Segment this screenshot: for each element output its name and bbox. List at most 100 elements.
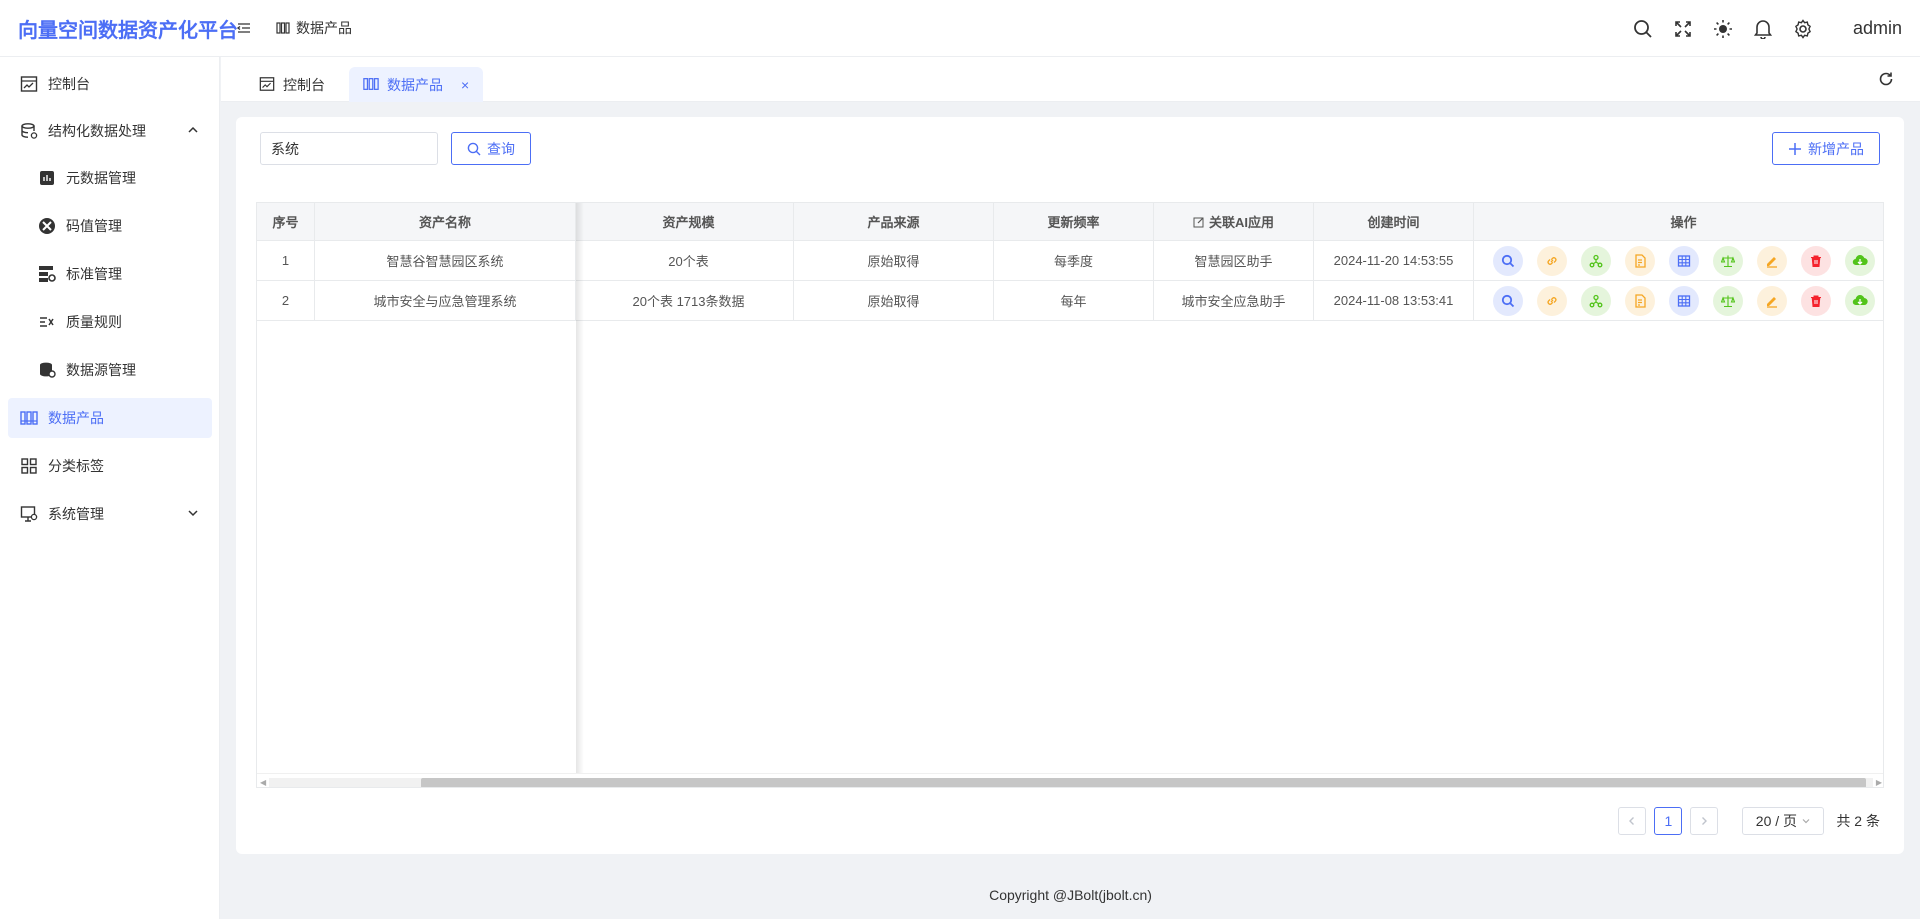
scroll-right-icon[interactable]: ▶ [1876, 778, 1882, 787]
system-icon [19, 504, 39, 524]
search-icon [467, 142, 481, 155]
chevron-up-icon [188, 126, 198, 133]
table-button[interactable] [1668, 285, 1699, 316]
tab-data-product[interactable]: 数据产品 × [349, 67, 484, 102]
sidebar-item-label: 标准管理 [66, 266, 122, 282]
table-icon [1677, 254, 1690, 267]
sidebar-item-data-product[interactable]: 数据产品 [8, 398, 212, 438]
sidebar-item-quality-rule[interactable]: 质量规则 [8, 302, 212, 342]
sidebar-item-structured-data[interactable]: 结构化数据处理 [8, 111, 212, 151]
download-button[interactable] [1844, 245, 1875, 276]
sidebar-item-metadata[interactable]: 元数据管理 [8, 158, 212, 198]
bell-icon [1753, 19, 1772, 39]
table-button[interactable] [1668, 245, 1699, 276]
delete-button[interactable] [1800, 285, 1831, 316]
tab-label: 控制台 [283, 76, 325, 93]
share-icon [1589, 254, 1602, 267]
download-button[interactable] [1844, 285, 1875, 316]
cell-created: 2024-11-08 13:53:41 [1314, 281, 1474, 320]
table-row: 1 智慧谷智慧园区系统 20个表 原始取得 每季度 智慧园区助手 2024-11… [257, 241, 1883, 281]
col-frequency: 更新频率 [994, 203, 1154, 240]
sidebar-item-label: 码值管理 [66, 218, 122, 234]
search-button[interactable] [1623, 9, 1663, 49]
edit-button[interactable] [1756, 285, 1787, 316]
breadcrumb: 数据产品 [276, 18, 352, 38]
link-button[interactable] [1536, 285, 1567, 316]
col-source: 产品来源 [794, 203, 994, 240]
download-icon [1852, 254, 1868, 265]
edit-button[interactable] [1756, 245, 1787, 276]
horizontal-scrollbar[interactable]: ◀ ▶ [257, 773, 1883, 787]
view-button[interactable] [1492, 285, 1523, 316]
sidebar-item-category-tag[interactable]: 分类标签 [8, 446, 212, 486]
plus-icon [1789, 142, 1801, 155]
scale-button[interactable] [1712, 285, 1743, 316]
share-button[interactable] [1580, 245, 1611, 276]
query-button[interactable]: 查询 [451, 132, 531, 165]
content-card: 查询 新增产品 序号 资产名称 资产规模 产品来源 更新频率 关联AI应用 创建… [236, 117, 1904, 854]
sidebar-item-datasource[interactable]: 数据源管理 [8, 350, 212, 390]
add-product-button[interactable]: 新增产品 [1772, 132, 1880, 165]
tab-dashboard[interactable]: 控制台 [245, 67, 339, 102]
scrollbar-thumb[interactable] [421, 778, 1866, 787]
dashboard-icon [19, 74, 39, 94]
next-page-button[interactable] [1690, 807, 1719, 835]
document-button[interactable] [1624, 285, 1655, 316]
table-header: 序号 资产名称 资产规模 产品来源 更新频率 关联AI应用 创建时间 操作 [257, 203, 1883, 241]
settings-button[interactable] [1783, 9, 1823, 49]
view-button[interactable] [1492, 245, 1523, 276]
cell-name: 智慧谷智慧园区系统 [315, 241, 576, 280]
col-index: 序号 [257, 203, 315, 240]
cell-ops [1474, 241, 1883, 280]
tab-close-button[interactable]: × [461, 77, 469, 93]
search-icon [1634, 19, 1652, 38]
edit-icon [1193, 217, 1204, 227]
cell-index: 2 [257, 281, 315, 320]
theme-toggle-button[interactable] [1703, 9, 1743, 49]
fullscreen-icon [1675, 20, 1691, 37]
share-button[interactable] [1580, 285, 1611, 316]
sidebar-item-dashboard[interactable]: 控制台 [8, 64, 212, 104]
top-header: 向量空间数据资产化平台 数据产品 admin [0, 0, 1920, 57]
sidebar-item-standard[interactable]: 标准管理 [8, 254, 212, 294]
notification-button[interactable] [1743, 9, 1783, 49]
cell-index: 1 [257, 241, 315, 280]
link-button[interactable] [1536, 245, 1567, 276]
total-count: 共 2 条 [1836, 813, 1880, 829]
search-input[interactable] [260, 132, 438, 165]
cell-ops [1474, 281, 1883, 320]
col-scale: 资产规模 [584, 203, 794, 240]
refresh-button[interactable] [1874, 67, 1898, 91]
chevron-down-icon [188, 510, 198, 517]
sidebar-item-code-value[interactable]: 码值管理 [8, 206, 212, 246]
cell-scale: 20个表 1713条数据 [584, 281, 794, 320]
cell-created: 2024-11-20 14:53:55 [1314, 241, 1474, 280]
document-icon [1634, 253, 1646, 268]
standard-icon [37, 264, 57, 284]
col-created: 创建时间 [1314, 203, 1474, 240]
copyright-text: Copyright @JBolt(jbolt.cn) [989, 886, 1152, 903]
user-name[interactable]: admin [1853, 18, 1902, 39]
page-size-select[interactable]: 20 / 页 [1742, 807, 1825, 835]
gear-icon [1794, 18, 1811, 39]
category-tag-icon [19, 456, 39, 476]
collapse-menu-button[interactable] [232, 16, 256, 40]
sidebar-item-label: 质量规则 [66, 314, 122, 330]
menu-fold-icon [237, 23, 250, 33]
delete-button[interactable] [1800, 245, 1831, 276]
add-product-label: 新增产品 [1808, 140, 1864, 157]
prev-page-button[interactable] [1618, 807, 1647, 835]
query-button-label: 查询 [487, 140, 515, 157]
col-ai-app: 关联AI应用 [1154, 203, 1314, 240]
table-icon [1677, 294, 1690, 307]
cell-source: 原始取得 [794, 281, 994, 320]
document-button[interactable] [1624, 245, 1655, 276]
scroll-left-icon[interactable]: ◀ [260, 778, 266, 787]
page-number-current[interactable]: 1 [1654, 807, 1683, 835]
scale-button[interactable] [1712, 245, 1743, 276]
sidebar-item-system[interactable]: 系统管理 [8, 494, 212, 534]
quality-rule-icon [37, 312, 57, 332]
share-icon [1589, 294, 1602, 307]
fullscreen-button[interactable] [1663, 9, 1703, 49]
view-icon [1501, 254, 1514, 267]
